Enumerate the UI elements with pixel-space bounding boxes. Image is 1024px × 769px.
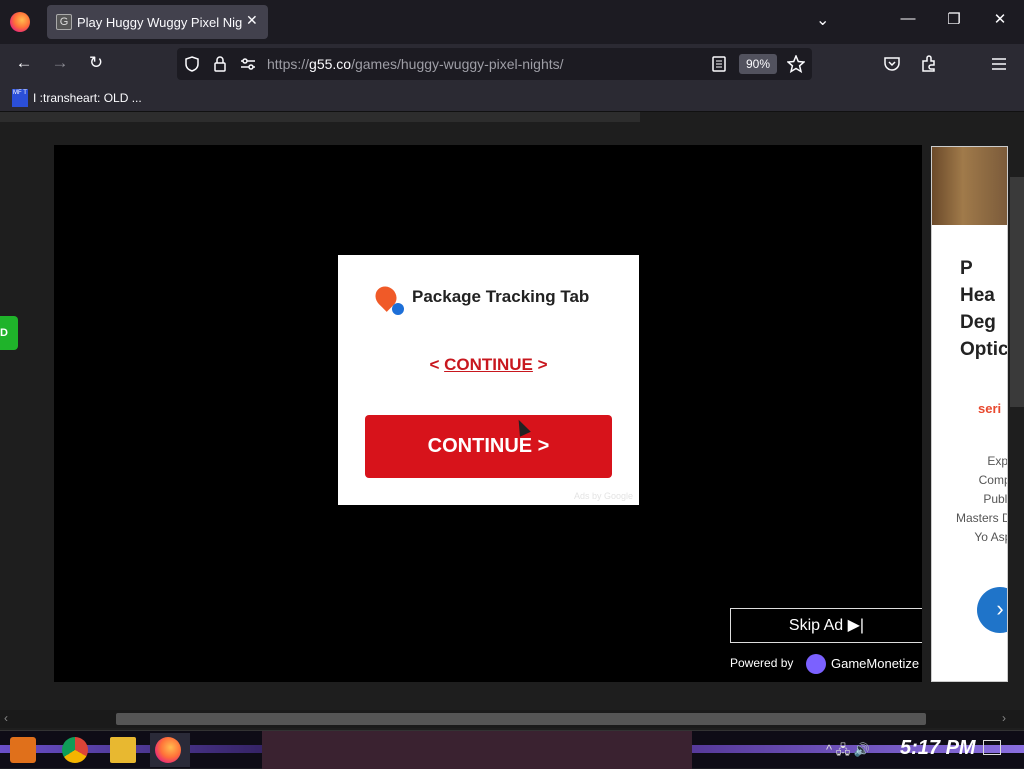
horizontal-scrollbar-thumb[interactable] — [116, 713, 926, 725]
taskbar: ^ 🖧 🔊 5:17 PM — [0, 730, 1024, 769]
reload-button[interactable]: ↻ — [84, 53, 108, 73]
firefox-icon[interactable] — [10, 12, 30, 32]
url-bar[interactable]: https://g55.co/games/huggy-wuggy-pixel-n… — [177, 48, 812, 80]
continue-link[interactable]: < CONTINUE > — [338, 355, 639, 375]
url-text[interactable]: https://g55.co/games/huggy-wuggy-pixel-n… — [267, 56, 564, 72]
shield-icon[interactable] — [184, 56, 200, 72]
side-ad-brand: seri — [978, 401, 1002, 416]
navigation-toolbar: ← → ↻ https://g55.co/games/huggy-wuggy-p… — [0, 44, 1024, 84]
close-window-button[interactable]: ✕ — [988, 10, 1012, 28]
continue-link-label: CONTINUE — [444, 355, 533, 374]
back-button[interactable]: ← — [12, 53, 36, 73]
left-side-button[interactable]: D — [0, 316, 18, 350]
firefox-icon[interactable] — [155, 737, 181, 763]
maximize-button[interactable]: ❐ — [942, 10, 966, 28]
menu-icon[interactable] — [991, 57, 1007, 71]
gamemonetize-logo-icon — [806, 654, 826, 674]
url-path: /games/huggy-wuggy-pixel-nights/ — [351, 56, 564, 72]
bookmark-star-icon[interactable] — [787, 55, 805, 73]
side-ad-heading-line: Optic — [960, 339, 1008, 360]
extensions-icon[interactable] — [920, 55, 938, 73]
chevron-left-icon: < — [429, 355, 440, 374]
tab-favicon-icon: G — [56, 14, 72, 30]
minimize-button[interactable]: — — [896, 10, 920, 27]
side-ad-banner[interactable]: P Hea Deg Optic seri Explore Compare Pub… — [931, 146, 1008, 682]
url-scheme: https:// — [267, 56, 310, 72]
file-explorer-icon[interactable] — [110, 737, 136, 763]
ads-by-google-label[interactable]: Ads by Google — [574, 491, 633, 501]
page-header-strip — [0, 112, 640, 122]
side-ad-description: Explore Compare Public H Masters D for Y… — [955, 454, 1008, 544]
pocket-icon[interactable] — [883, 56, 901, 72]
horizontal-scrollbar[interactable]: ‹ › — [0, 710, 1024, 728]
side-ad-heading-line: Hea — [960, 285, 995, 306]
bookmark-favicon-icon: MF T — [12, 89, 28, 107]
chrome-icon[interactable] — [62, 737, 88, 763]
ad-title: Package Tracking Tab — [412, 287, 590, 306]
ad-photo — [932, 147, 1007, 225]
forward-button[interactable]: → — [48, 53, 72, 73]
side-ad-heading: P Hea Deg Optic — [960, 255, 1008, 363]
side-ad-next-button[interactable]: › — [977, 587, 1007, 633]
system-tray[interactable]: ^ 🖧 🔊 — [826, 741, 870, 763]
interstitial-ad[interactable]: Package Tracking Tab < CONTINUE > CONTIN… — [338, 255, 639, 505]
side-ad-heading-line: Deg — [960, 312, 996, 333]
side-ad-heading-line: P — [960, 258, 973, 279]
permissions-icon[interactable] — [240, 57, 256, 71]
tab-title: Play Huggy Wuggy Pixel Nights — [77, 15, 242, 30]
scroll-right-arrow-icon[interactable]: › — [1002, 711, 1006, 725]
tab-active[interactable]: G Play Huggy Wuggy Pixel Nights ✕ — [47, 5, 268, 39]
bookmarks-toolbar: MF T I :transheart: OLD ... — [0, 84, 1024, 112]
tab-close-icon[interactable]: ✕ — [246, 12, 258, 29]
zoom-level-badge[interactable]: 90% — [739, 54, 777, 74]
tab-list-chevron-icon[interactable]: ⌄ — [816, 10, 829, 30]
start-icon[interactable] — [10, 737, 36, 763]
reader-view-icon[interactable] — [712, 56, 726, 72]
continue-button[interactable]: CONTINUE > — [365, 415, 612, 478]
page-content: D Package Tracking Tab < CONTINUE > CONT… — [0, 112, 1024, 734]
game-frame[interactable]: Package Tracking Tab < CONTINUE > CONTIN… — [54, 145, 922, 682]
skip-ad-button[interactable]: Skip Ad ▶| — [730, 608, 922, 643]
vertical-scrollbar-thumb[interactable] — [1010, 177, 1024, 407]
powered-by-label: Powered by — [730, 656, 794, 670]
taskbar-wallpaper-segment — [262, 731, 692, 769]
lock-icon[interactable] — [212, 55, 228, 73]
notification-center-icon[interactable] — [983, 740, 1001, 755]
gamemonetize-brand[interactable]: GameMonetize — [831, 656, 919, 671]
bookmark-item[interactable]: I :transheart: OLD ... — [33, 91, 142, 105]
scroll-left-arrow-icon[interactable]: ‹ — [4, 711, 8, 725]
taskbar-clock[interactable]: 5:17 PM — [900, 737, 976, 760]
chevron-right-icon: > — [537, 355, 548, 374]
search-badge-icon — [392, 303, 404, 315]
url-domain: g55.co — [309, 56, 352, 72]
tab-strip: G Play Huggy Wuggy Pixel Nights ✕ ⌄ — ❐ … — [0, 0, 1024, 44]
